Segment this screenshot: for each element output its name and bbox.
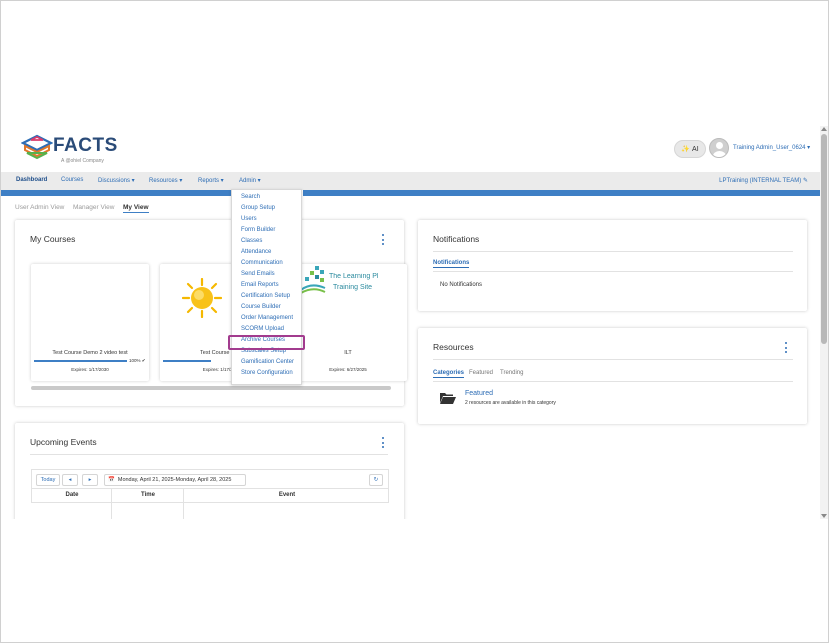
refresh-button[interactable]: ↻ bbox=[369, 474, 383, 486]
admin-dropdown-menu: Search Group Setup Users Form Builder Cl… bbox=[231, 189, 302, 385]
menu-item-communication[interactable]: Communication bbox=[241, 260, 283, 266]
tab-user-admin-view[interactable]: User Admin View bbox=[15, 204, 64, 211]
course-percent: 100% ✔ bbox=[129, 358, 146, 363]
archive-courses-highlight bbox=[228, 335, 305, 350]
resources-menu-icon[interactable] bbox=[785, 342, 788, 353]
tab-notifications[interactable]: Notifications bbox=[433, 260, 470, 268]
category-description: 2 resources are available in this catego… bbox=[465, 400, 556, 406]
notifications-title: Notifications bbox=[433, 234, 480, 244]
org-selector[interactable]: LPTraining (INTERNAL TEAM) ✎ bbox=[719, 177, 808, 184]
tab-manager-view[interactable]: Manager View bbox=[73, 204, 114, 211]
menu-item-course-builder[interactable]: Course Builder bbox=[241, 304, 281, 310]
logo-title-line: The Learning Pl bbox=[329, 273, 379, 280]
tab-featured[interactable]: Featured bbox=[469, 370, 493, 376]
my-courses-menu-icon[interactable] bbox=[382, 234, 385, 245]
nav-admin[interactable]: Admin ▾ bbox=[239, 177, 261, 184]
app-viewport: FACTS A @ohiel Company ✨ AI Training Adm… bbox=[1, 126, 820, 519]
next-week-button[interactable]: ▸ bbox=[82, 474, 98, 486]
cards-horizontal-scrollbar[interactable] bbox=[31, 386, 391, 390]
pixel-logo-icon bbox=[301, 266, 326, 294]
menu-item-group-setup[interactable]: Group Setup bbox=[241, 205, 275, 211]
calendar-toolbar: Today ◂ ▸ 📅 Monday, April 21, 2025-Monda… bbox=[31, 469, 389, 489]
nav-accent-bar bbox=[1, 190, 820, 196]
nav-courses[interactable]: Courses bbox=[61, 177, 83, 183]
facts-logo[interactable]: FACTS A @ohiel Company bbox=[21, 134, 121, 164]
menu-item-store-configuration[interactable]: Store Configuration bbox=[241, 370, 293, 376]
calendar-icon: 📅 bbox=[108, 477, 115, 483]
course-card[interactable]: Test Course Demo 2 video test 100% ✔ Exp… bbox=[31, 264, 149, 381]
tab-divider bbox=[433, 271, 793, 272]
title-divider bbox=[30, 454, 388, 455]
ai-label: AI bbox=[692, 145, 699, 153]
my-courses-title: My Courses bbox=[30, 234, 76, 244]
my-courses-panel: My Courses Test Course Demo 2 video test… bbox=[15, 220, 407, 406]
nav-resources[interactable]: Resources ▾ bbox=[149, 177, 182, 184]
menu-item-attendance[interactable]: Attendance bbox=[241, 249, 271, 255]
scroll-down-arrow-icon[interactable] bbox=[821, 514, 827, 518]
user-menu[interactable]: Training Admin_User_0624 ▾ bbox=[733, 144, 810, 151]
course-progress-bar bbox=[34, 360, 127, 362]
learning-place-logo: The Learning Pl Training Site bbox=[289, 264, 407, 304]
nav-reports[interactable]: Reports ▾ bbox=[198, 177, 224, 184]
menu-item-search[interactable]: Search bbox=[241, 194, 260, 200]
scrollbar-thumb[interactable] bbox=[821, 134, 827, 344]
col-event: Event bbox=[278, 492, 296, 498]
menu-item-classes[interactable]: Classes bbox=[241, 238, 262, 244]
today-button[interactable]: Today bbox=[36, 474, 60, 486]
calendar-header: Date Time Event bbox=[31, 489, 389, 503]
course-expires: Expires: 6/27/2025 bbox=[329, 367, 367, 372]
resources-panel: Resources Categories Featured Trending F… bbox=[418, 328, 807, 424]
menu-item-form-builder[interactable]: Form Builder bbox=[241, 227, 275, 233]
date-range-text: Monday, April 21, 2025-Monday, April 28,… bbox=[117, 477, 232, 483]
no-notifications-text: No Notifications bbox=[440, 282, 483, 288]
resources-title: Resources bbox=[433, 342, 474, 352]
course-name: Test Course Demo 2 video test bbox=[52, 350, 128, 356]
avatar[interactable] bbox=[709, 138, 729, 158]
menu-item-email-reports[interactable]: Email Reports bbox=[241, 282, 279, 288]
tab-my-view[interactable]: My View bbox=[123, 204, 149, 213]
menu-item-scorm-upload[interactable]: SCORM Upload bbox=[241, 326, 284, 332]
logo-subtext: A @ohiel Company bbox=[61, 158, 104, 164]
menu-item-send-emails[interactable]: Send Emails bbox=[241, 271, 275, 277]
events-menu-icon[interactable] bbox=[382, 437, 385, 448]
magic-wand-icon: ✨ bbox=[681, 146, 691, 153]
facts-logo-icon bbox=[21, 134, 53, 160]
ai-button[interactable]: ✨ AI bbox=[674, 140, 706, 158]
column-divider bbox=[183, 489, 184, 519]
tab-divider bbox=[433, 381, 793, 382]
logo-text: FACTS bbox=[53, 135, 118, 156]
date-range-picker[interactable]: 📅 Monday, April 21, 2025-Monday, April 2… bbox=[104, 474, 246, 486]
main-navbar: Dashboard Courses Discussions ▾ Resource… bbox=[1, 172, 820, 190]
course-card[interactable]: The Learning Pl Training Site ILT Expire… bbox=[289, 264, 407, 381]
folder-open-icon bbox=[440, 393, 456, 404]
logo-subtitle-line: Training Site bbox=[333, 284, 373, 291]
menu-item-certification-setup[interactable]: Certification Setup bbox=[241, 293, 290, 299]
notifications-panel: Notifications Notifications No Notificat… bbox=[418, 220, 807, 311]
nav-discussions[interactable]: Discussions ▾ bbox=[98, 177, 135, 184]
prev-week-button[interactable]: ◂ bbox=[62, 474, 78, 486]
upcoming-events-title: Upcoming Events bbox=[30, 437, 97, 447]
col-date: Date bbox=[65, 492, 79, 498]
category-link[interactable]: Featured bbox=[465, 390, 493, 397]
page-scrollbar[interactable] bbox=[820, 126, 828, 519]
title-divider bbox=[433, 359, 793, 360]
sun-icon bbox=[182, 278, 222, 318]
menu-item-order-management[interactable]: Order Management bbox=[241, 315, 293, 321]
scroll-up-arrow-icon[interactable] bbox=[821, 127, 827, 131]
menu-item-users[interactable]: Users bbox=[241, 216, 257, 222]
course-expires: Expires: 1/17/2030 bbox=[71, 367, 109, 372]
nav-dashboard[interactable]: Dashboard bbox=[16, 177, 47, 183]
course-progress-bar bbox=[163, 360, 211, 362]
menu-item-gamification-center[interactable]: Gamification Center bbox=[241, 359, 294, 365]
upcoming-events-panel: Upcoming Events Today ◂ ▸ 📅 Monday, Apri… bbox=[15, 423, 404, 519]
column-divider bbox=[111, 489, 112, 519]
title-divider bbox=[433, 251, 793, 252]
tab-categories[interactable]: Categories bbox=[433, 370, 465, 378]
col-time: Time bbox=[141, 492, 155, 498]
tab-trending[interactable]: Trending bbox=[500, 370, 523, 376]
course-name: ILT bbox=[344, 350, 352, 356]
